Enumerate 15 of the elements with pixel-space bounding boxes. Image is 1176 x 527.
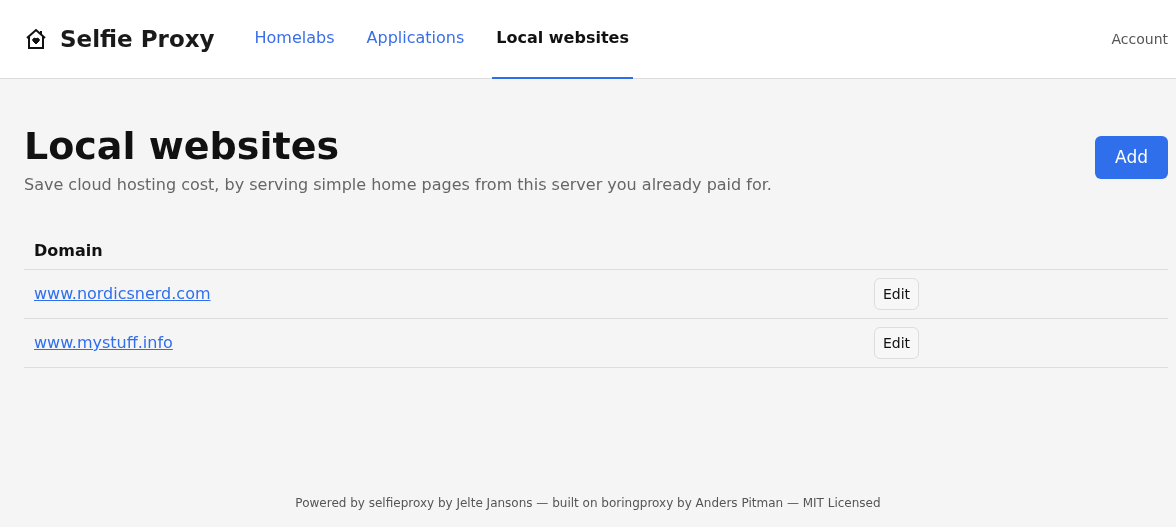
add-button[interactable]: Add [1095,136,1168,179]
house-heart-icon [24,27,48,51]
column-header: Domain [34,240,103,262]
account-link[interactable]: Account [1111,28,1168,50]
nav-tab[interactable]: Homelabs [250,0,339,79]
nav-tab[interactable]: Applications [362,0,469,79]
nav-tab[interactable]: Local websites [492,0,633,79]
domain-link[interactable]: www.nordicsnerd.com [34,282,874,306]
brand-name: Selfie Proxy [60,24,215,54]
footer-text: Powered by selfieproxy by Jelte Jansons — built on boringproxy by Anders Pitman — MIT Licensed [294,495,882,512]
edit-button[interactable]: Edit [874,278,920,310]
domain-link[interactable]: www.mystuff.info [34,331,874,355]
page-subtitle: Save cloud hosting cost, by serving simple home pages from this server you already paid for. [24,174,772,196]
page-title: Local websites [24,123,341,169]
edit-button[interactable]: Edit [874,327,920,359]
